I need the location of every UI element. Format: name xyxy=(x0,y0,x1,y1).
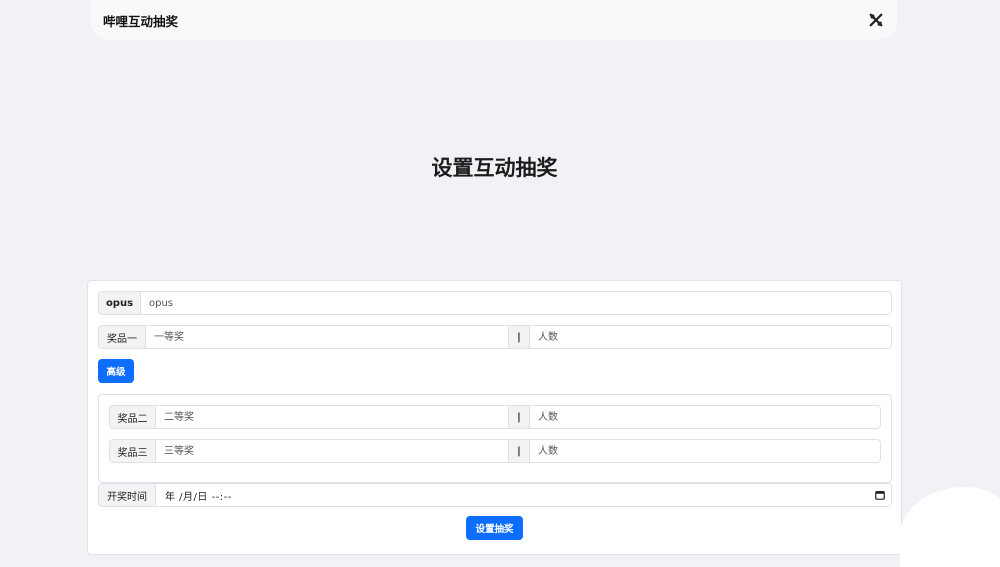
prize2-count-input[interactable] xyxy=(530,406,880,428)
prize1-name-input[interactable] xyxy=(146,326,508,348)
prize2-input-group: 奖品二 | xyxy=(109,405,881,429)
corner-decoration xyxy=(900,487,1000,567)
prize2-label: 奖品二 xyxy=(110,406,156,428)
lottery-form-card: opus 奖品一 | 高级 奖品二 | 奖品三 | 开奖时间 年 /月/日 --… xyxy=(87,280,902,555)
navbar: 哔哩互动抽奖 xyxy=(91,0,897,40)
prize3-name-input[interactable] xyxy=(156,440,508,462)
prize1-input-group: 奖品一 | xyxy=(98,325,892,349)
prize3-label: 奖品三 xyxy=(110,440,156,462)
page-title: 设置互动抽奖 xyxy=(431,156,558,180)
tools-icon[interactable] xyxy=(867,11,885,29)
prize1-separator: | xyxy=(508,326,530,348)
prize1-label: 奖品一 xyxy=(99,326,146,348)
draw-time-input-group: 开奖时间 年 /月/日 --:-- xyxy=(98,483,892,507)
draw-time-input[interactable]: 年 /月/日 --:-- xyxy=(156,484,869,506)
opus-label: opus xyxy=(99,292,141,314)
opus-input-group: opus xyxy=(98,291,892,315)
draw-time-label: 开奖时间 xyxy=(99,484,156,506)
prize1-count-input[interactable] xyxy=(530,326,891,348)
prize3-separator: | xyxy=(508,440,530,462)
advanced-button[interactable]: 高级 xyxy=(98,359,134,383)
calendar-icon[interactable] xyxy=(869,484,891,506)
prize2-separator: | xyxy=(508,406,530,428)
prize3-count-input[interactable] xyxy=(530,440,880,462)
advanced-section: 奖品二 | 奖品三 | xyxy=(98,394,892,483)
submit-lottery-button[interactable]: 设置抽奖 xyxy=(466,516,523,540)
prize3-input-group: 奖品三 | xyxy=(109,439,881,463)
opus-input[interactable] xyxy=(141,292,891,314)
brand-title[interactable]: 哔哩互动抽奖 xyxy=(103,11,178,30)
prize2-name-input[interactable] xyxy=(156,406,508,428)
